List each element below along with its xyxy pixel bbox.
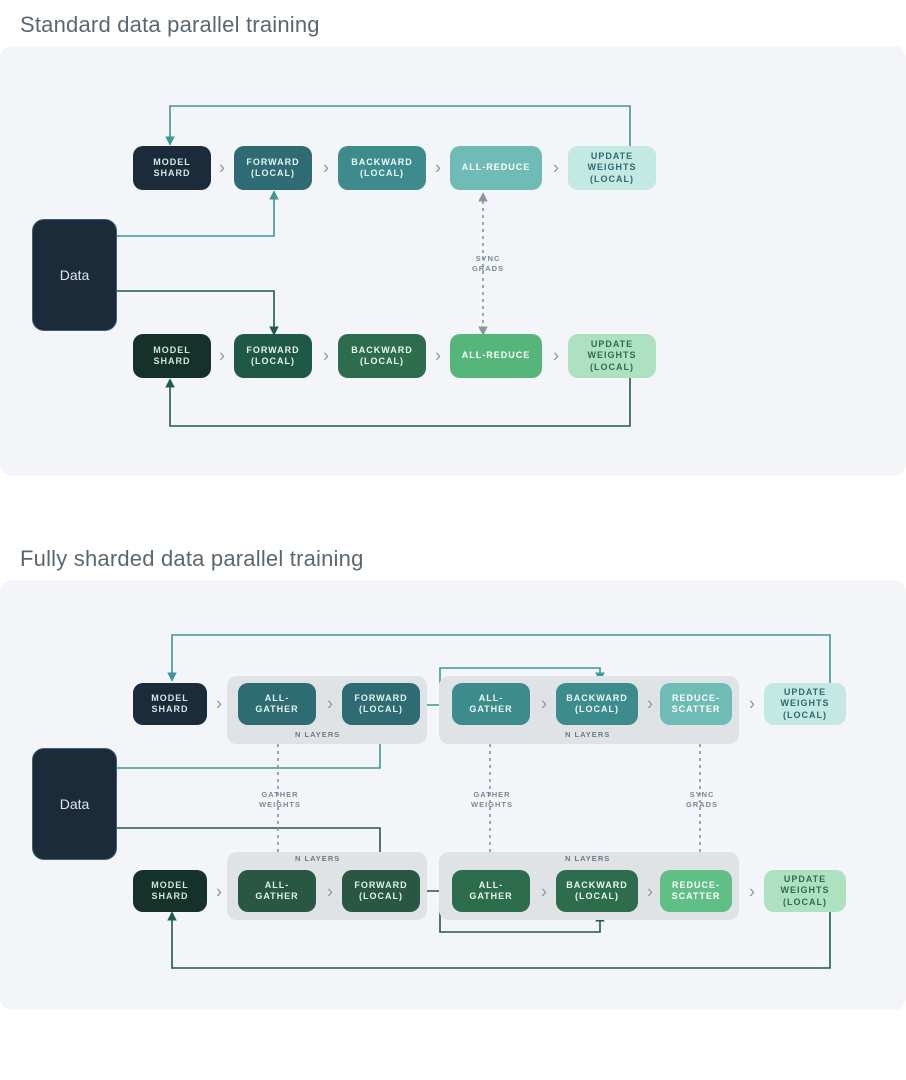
fsdp-panel: N LAYERS N LAYERS N LAYERS N LAYERS Data… (0, 580, 906, 1010)
fsdp-top-backward: BACKWARD (LOCAL) (556, 683, 638, 725)
std-top-backward: BACKWARD (LOCAL) (338, 146, 426, 190)
sync-grads-label: SYNC GRADS (682, 790, 722, 810)
chevron-right-icon: › (553, 158, 559, 179)
chevron-right-icon: › (553, 346, 559, 367)
n-layers-label: N LAYERS (295, 854, 340, 863)
chevron-right-icon: › (216, 882, 222, 903)
chevron-right-icon: › (216, 694, 222, 715)
fsdp-top-reduce-scatter: REDUCE- SCATTER (660, 683, 732, 725)
label: BACKWARD (LOCAL) (566, 693, 628, 716)
label: UPDATE WEIGHTS (LOCAL) (588, 151, 637, 185)
chevron-right-icon: › (749, 882, 755, 903)
n-layers-label: N LAYERS (565, 854, 610, 863)
fsdp-top-all-gather-fwd: ALL- GATHER (238, 683, 316, 725)
fsdp-bot-all-gather-bwd: ALL- GATHER (452, 870, 530, 912)
chevron-right-icon: › (435, 346, 441, 367)
label: ALL-REDUCE (462, 350, 531, 361)
label: FORWARD (LOCAL) (354, 693, 407, 716)
chevron-right-icon: › (647, 694, 653, 715)
chevron-right-icon: › (219, 346, 225, 367)
section-title-standard: Standard data parallel training (20, 12, 906, 38)
data-source: Data (32, 748, 117, 860)
chevron-right-icon: › (327, 882, 333, 903)
gather-weights-label: GATHER WEIGHTS (468, 790, 516, 810)
label: UPDATE WEIGHTS (LOCAL) (588, 339, 637, 373)
data-label: Data (60, 267, 90, 283)
label: BACKWARD (LOCAL) (566, 880, 628, 903)
fsdp-bot-model-shard: MODEL SHARD (133, 870, 207, 912)
label: BACKWARD (LOCAL) (351, 345, 413, 368)
label: REDUCE- SCATTER (672, 880, 721, 903)
chevron-right-icon: › (435, 158, 441, 179)
label: UPDATE WEIGHTS (LOCAL) (781, 874, 830, 908)
n-layers-label: N LAYERS (565, 730, 610, 739)
std-bot-forward: FORWARD (LOCAL) (234, 334, 312, 378)
fsdp-bot-forward: FORWARD (LOCAL) (342, 870, 420, 912)
fsdp-top-forward: FORWARD (LOCAL) (342, 683, 420, 725)
label: REDUCE- SCATTER (672, 693, 721, 716)
label: MODEL SHARD (151, 693, 189, 716)
label: MODEL SHARD (151, 880, 189, 903)
gather-weights-label: GATHER WEIGHTS (256, 790, 304, 810)
std-top-all-reduce: ALL-REDUCE (450, 146, 542, 190)
label: ALL- GATHER (469, 693, 512, 716)
std-bot-all-reduce: ALL-REDUCE (450, 334, 542, 378)
std-bot-update: UPDATE WEIGHTS (LOCAL) (568, 334, 656, 378)
chevron-right-icon: › (541, 882, 547, 903)
label: ALL- GATHER (469, 880, 512, 903)
chevron-right-icon: › (749, 694, 755, 715)
fsdp-bot-all-gather-fwd: ALL- GATHER (238, 870, 316, 912)
std-top-update: UPDATE WEIGHTS (LOCAL) (568, 146, 656, 190)
label: BACKWARD (LOCAL) (351, 157, 413, 180)
sync-grads-label: SYNC GRADS (468, 254, 508, 274)
label: ALL- GATHER (255, 880, 298, 903)
std-top-forward: FORWARD (LOCAL) (234, 146, 312, 190)
chevron-right-icon: › (541, 694, 547, 715)
label: FORWARD (LOCAL) (354, 880, 407, 903)
data-label: Data (60, 796, 90, 812)
fsdp-top-all-gather-bwd: ALL- GATHER (452, 683, 530, 725)
label: FORWARD (LOCAL) (246, 345, 299, 368)
section-title-fsdp: Fully sharded data parallel training (20, 546, 906, 572)
label: ALL-REDUCE (462, 162, 531, 173)
fsdp-bot-reduce-scatter: REDUCE- SCATTER (660, 870, 732, 912)
standard-panel: Data MODEL SHARD › FORWARD (LOCAL) › BAC… (0, 46, 906, 476)
fsdp-connectors (0, 580, 906, 1010)
label: FORWARD (LOCAL) (246, 157, 299, 180)
standard-connectors (0, 46, 906, 476)
fsdp-top-update: UPDATE WEIGHTS (LOCAL) (764, 683, 846, 725)
chevron-right-icon: › (219, 158, 225, 179)
std-bot-model-shard: MODEL SHARD (133, 334, 211, 378)
label: UPDATE WEIGHTS (LOCAL) (781, 687, 830, 721)
label: ALL- GATHER (255, 693, 298, 716)
chevron-right-icon: › (647, 882, 653, 903)
fsdp-bot-backward: BACKWARD (LOCAL) (556, 870, 638, 912)
chevron-right-icon: › (327, 694, 333, 715)
label: MODEL SHARD (153, 345, 191, 368)
data-source: Data (32, 219, 117, 331)
chevron-right-icon: › (323, 158, 329, 179)
std-bot-backward: BACKWARD (LOCAL) (338, 334, 426, 378)
label: MODEL SHARD (153, 157, 191, 180)
fsdp-top-model-shard: MODEL SHARD (133, 683, 207, 725)
chevron-right-icon: › (323, 346, 329, 367)
n-layers-label: N LAYERS (295, 730, 340, 739)
std-top-model-shard: MODEL SHARD (133, 146, 211, 190)
fsdp-bot-update: UPDATE WEIGHTS (LOCAL) (764, 870, 846, 912)
